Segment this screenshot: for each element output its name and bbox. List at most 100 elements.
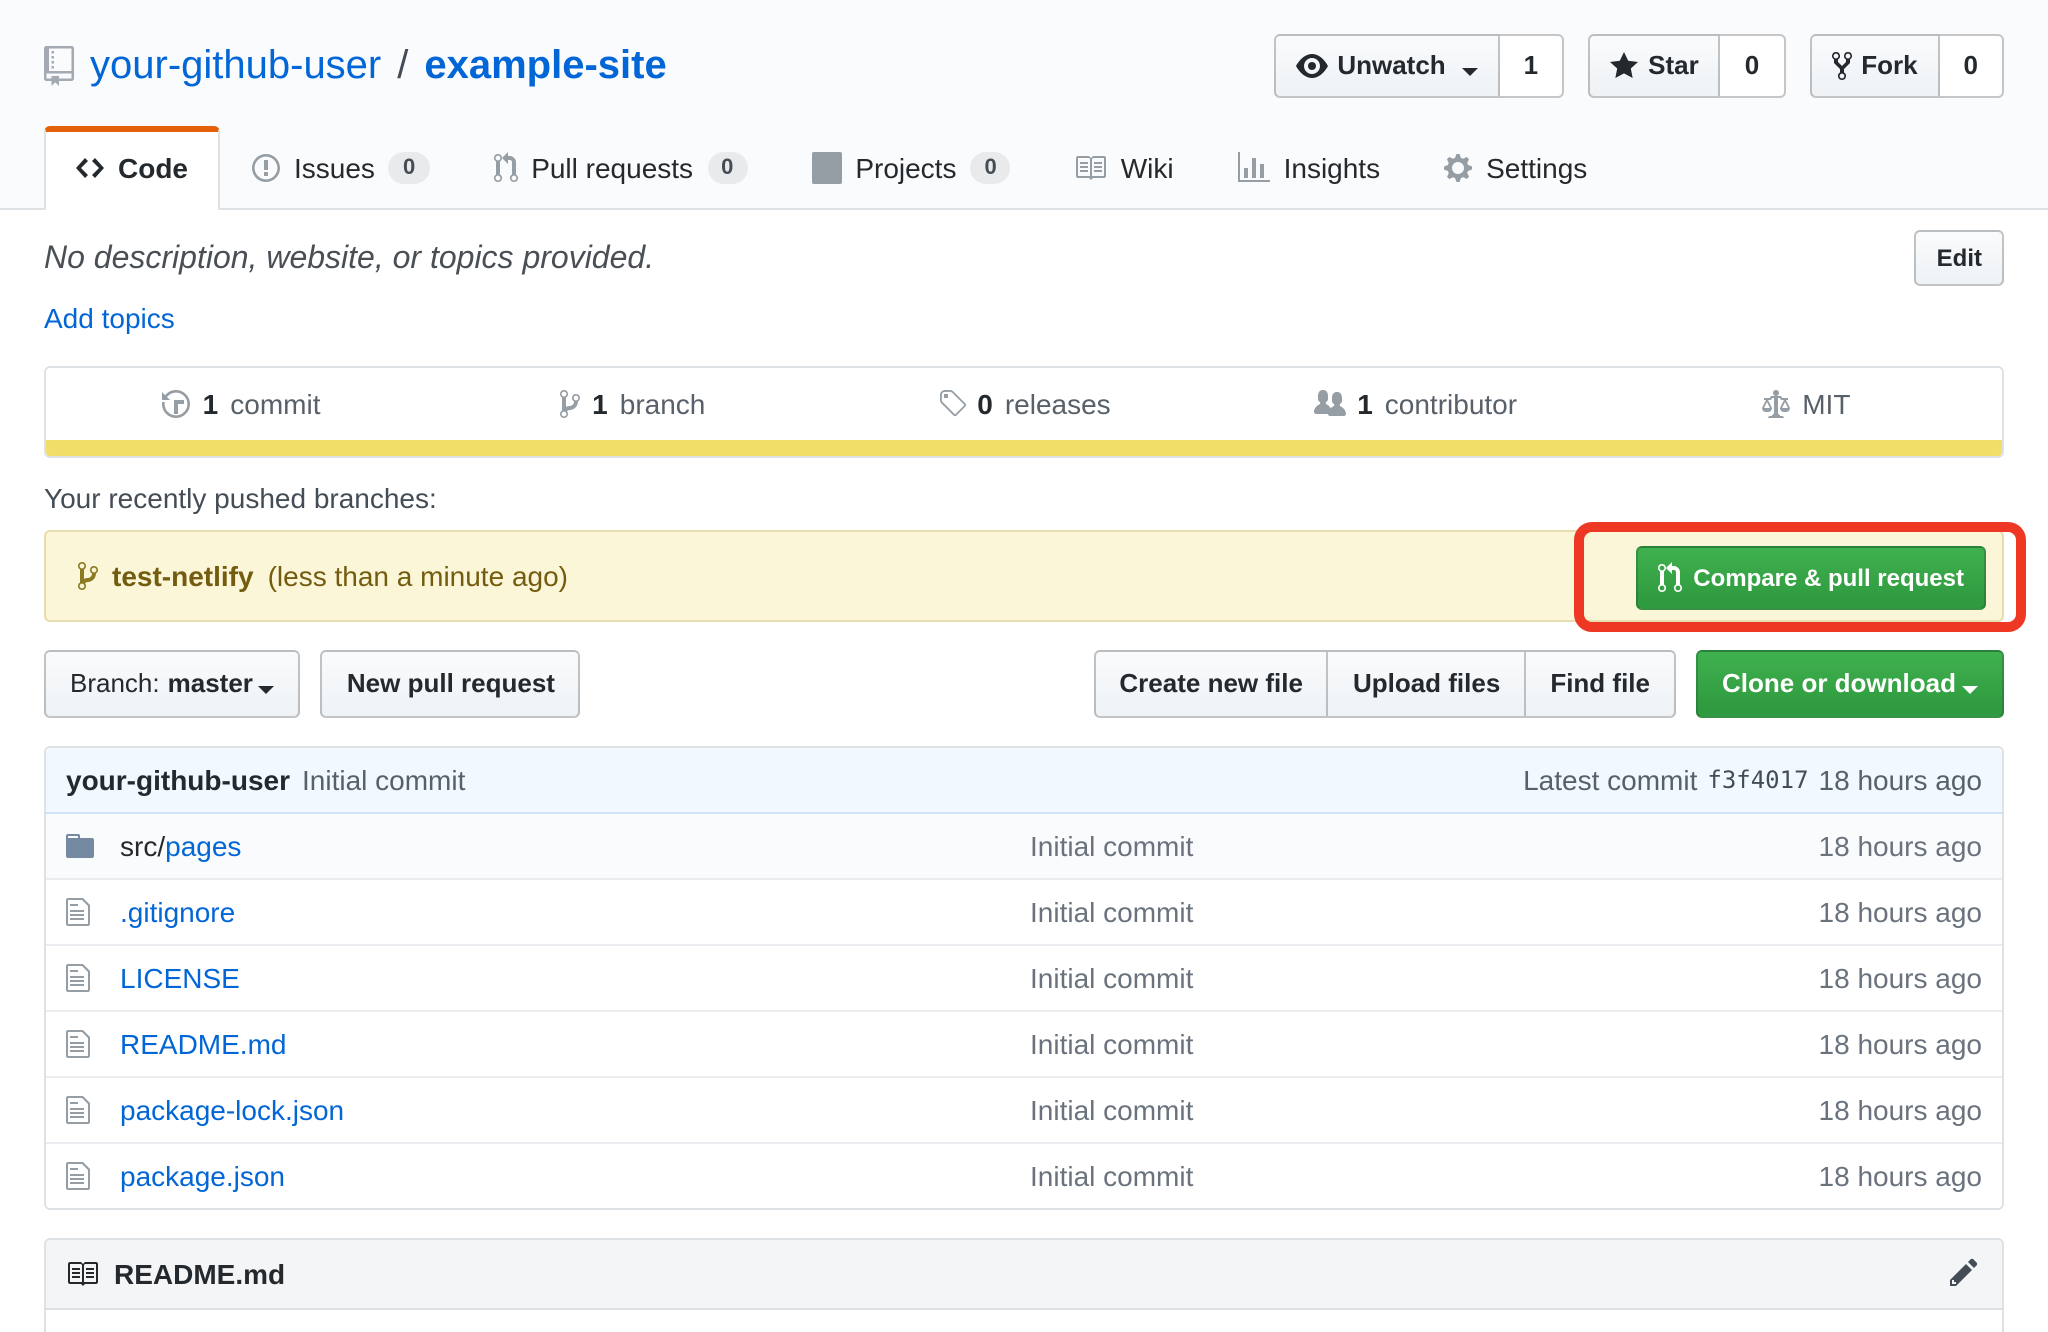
file-link[interactable]: package.json bbox=[120, 1160, 285, 1192]
file-age: 18 hours ago bbox=[1642, 830, 1982, 862]
caret-down-icon bbox=[1962, 686, 1978, 702]
upload-files-button[interactable]: Upload files bbox=[1327, 650, 1524, 718]
stat-license[interactable]: MIT bbox=[1611, 388, 2002, 420]
compare-pull-request-label: Compare & pull request bbox=[1693, 558, 1964, 598]
stat-branches[interactable]: 1 branch bbox=[437, 388, 828, 420]
commit-hash-link[interactable]: f3f4017 bbox=[1707, 766, 1808, 794]
watch-count[interactable]: 1 bbox=[1500, 34, 1564, 98]
table-row: src/pages Initial commit 18 hours ago bbox=[46, 814, 2002, 878]
graph-icon bbox=[1238, 152, 1270, 184]
repo-separator: / bbox=[397, 43, 408, 89]
file-link[interactable]: pages bbox=[165, 830, 241, 862]
history-icon bbox=[163, 388, 191, 420]
stat-value: 0 bbox=[977, 388, 993, 420]
row-commit-message-link[interactable]: Initial commit bbox=[1030, 830, 1642, 862]
repo-owner-link[interactable]: your-github-user bbox=[90, 43, 381, 89]
tab-wiki[interactable]: Wiki bbox=[1043, 126, 1206, 208]
file-icon bbox=[66, 962, 120, 994]
tab-insights[interactable]: Insights bbox=[1206, 126, 1413, 208]
file-age: 18 hours ago bbox=[1642, 1094, 1982, 1126]
project-board-icon bbox=[811, 152, 841, 184]
readme-section: README.md bbox=[44, 1238, 2004, 1332]
stat-label: branch bbox=[620, 388, 706, 420]
repo-name-link[interactable]: example-site bbox=[424, 43, 666, 89]
clone-or-download-button[interactable]: Clone or download bbox=[1696, 650, 2004, 718]
create-new-file-button[interactable]: Create new file bbox=[1093, 650, 1327, 718]
branch-time-note: (less than a minute ago) bbox=[268, 560, 568, 592]
latest-commit-bar: your-github-user Initial commit Latest c… bbox=[46, 748, 2002, 814]
readme-header: README.md bbox=[46, 1240, 2002, 1310]
folder-icon bbox=[66, 830, 120, 862]
latest-commit-label: Latest commit bbox=[1523, 764, 1697, 796]
tab-code[interactable]: Code bbox=[44, 126, 220, 210]
tab-label: Pull requests bbox=[531, 152, 693, 184]
recent-branch-link[interactable]: test-netlify bbox=[112, 560, 254, 592]
unwatch-button[interactable]: Unwatch bbox=[1273, 34, 1499, 98]
watch-group: Unwatch 1 bbox=[1273, 34, 1564, 98]
file-browser: your-github-user Initial commit Latest c… bbox=[44, 746, 2004, 1210]
table-row: package-lock.json Initial commit 18 hour… bbox=[46, 1076, 2002, 1142]
stat-value: 1 bbox=[592, 388, 608, 420]
file-link[interactable]: .gitignore bbox=[120, 896, 235, 928]
language-bar[interactable] bbox=[46, 440, 2002, 456]
row-commit-message-link[interactable]: Initial commit bbox=[1030, 896, 1642, 928]
fork-icon bbox=[1831, 50, 1851, 82]
file-age: 18 hours ago bbox=[1642, 1028, 1982, 1060]
edit-description-button[interactable]: Edit bbox=[1915, 230, 2004, 286]
recent-branch-banner: test-netlify (less than a minute ago) Co… bbox=[44, 530, 2004, 622]
star-group: Star 0 bbox=[1588, 34, 1785, 98]
fork-label: Fork bbox=[1861, 46, 1917, 86]
readme-title: README.md bbox=[114, 1258, 285, 1290]
file-navigation-toolbar: Branch: master New pull request Create n… bbox=[44, 650, 2004, 718]
book-icon bbox=[1075, 152, 1107, 184]
branch-icon bbox=[560, 388, 580, 420]
file-link[interactable]: package-lock.json bbox=[120, 1094, 344, 1126]
stat-label: commit bbox=[230, 388, 320, 420]
repo-nav: Code Issues 0 Pull requests 0 Projects 0 bbox=[44, 126, 2004, 208]
row-commit-message-link[interactable]: Initial commit bbox=[1030, 1094, 1642, 1126]
commit-author-link[interactable]: your-github-user bbox=[66, 764, 290, 796]
file-link[interactable]: README.md bbox=[120, 1028, 286, 1060]
star-button[interactable]: Star bbox=[1588, 34, 1721, 98]
stat-label: contributor bbox=[1385, 388, 1517, 420]
latest-commit-age: 18 hours ago bbox=[1819, 764, 1982, 796]
fork-count[interactable]: 0 bbox=[1940, 34, 2004, 98]
star-label: Star bbox=[1648, 46, 1699, 86]
row-commit-message-link[interactable]: Initial commit bbox=[1030, 1028, 1642, 1060]
people-icon bbox=[1313, 388, 1345, 420]
tab-issues[interactable]: Issues 0 bbox=[220, 126, 461, 208]
branch-select-button[interactable]: Branch: master bbox=[44, 650, 301, 718]
stat-contributors[interactable]: 1 contributor bbox=[1220, 388, 1611, 420]
stat-label: releases bbox=[1005, 388, 1111, 420]
add-topics-link[interactable]: Add topics bbox=[44, 302, 175, 334]
table-row: .gitignore Initial commit 18 hours ago bbox=[46, 878, 2002, 944]
stat-label: MIT bbox=[1802, 388, 1850, 420]
file-link-prefix[interactable]: src/ bbox=[120, 830, 165, 862]
tab-projects[interactable]: Projects 0 bbox=[779, 126, 1042, 208]
stat-commits[interactable]: 1 commit bbox=[46, 388, 437, 420]
commit-message-link[interactable]: Initial commit bbox=[302, 764, 465, 796]
row-commit-message-link[interactable]: Initial commit bbox=[1030, 962, 1642, 994]
table-row: README.md Initial commit 18 hours ago bbox=[46, 1010, 2002, 1076]
file-icon bbox=[66, 1094, 120, 1126]
file-link[interactable]: LICENSE bbox=[120, 962, 240, 994]
stat-releases[interactable]: 0 releases bbox=[828, 388, 1219, 420]
tab-pull-requests[interactable]: Pull requests 0 bbox=[461, 126, 779, 208]
code-icon bbox=[76, 152, 104, 184]
row-commit-message-link[interactable]: Initial commit bbox=[1030, 1160, 1642, 1192]
tab-settings[interactable]: Settings bbox=[1412, 126, 1619, 208]
new-pull-request-button[interactable]: New pull request bbox=[321, 650, 581, 718]
tab-label: Projects bbox=[855, 152, 956, 184]
pull-request-icon bbox=[493, 152, 517, 184]
compare-pull-request-button[interactable]: Compare & pull request bbox=[1635, 546, 1986, 610]
tab-label: Settings bbox=[1486, 152, 1587, 184]
repo-book-icon bbox=[44, 46, 74, 86]
tab-counter: 0 bbox=[970, 152, 1010, 184]
book-icon bbox=[66, 1258, 98, 1290]
star-count[interactable]: 0 bbox=[1721, 34, 1785, 98]
eye-icon bbox=[1295, 50, 1327, 82]
find-file-button[interactable]: Find file bbox=[1524, 650, 1676, 718]
file-icon bbox=[66, 896, 120, 928]
fork-button[interactable]: Fork bbox=[1809, 34, 1939, 98]
edit-readme-pencil-icon[interactable] bbox=[1950, 1256, 1978, 1288]
